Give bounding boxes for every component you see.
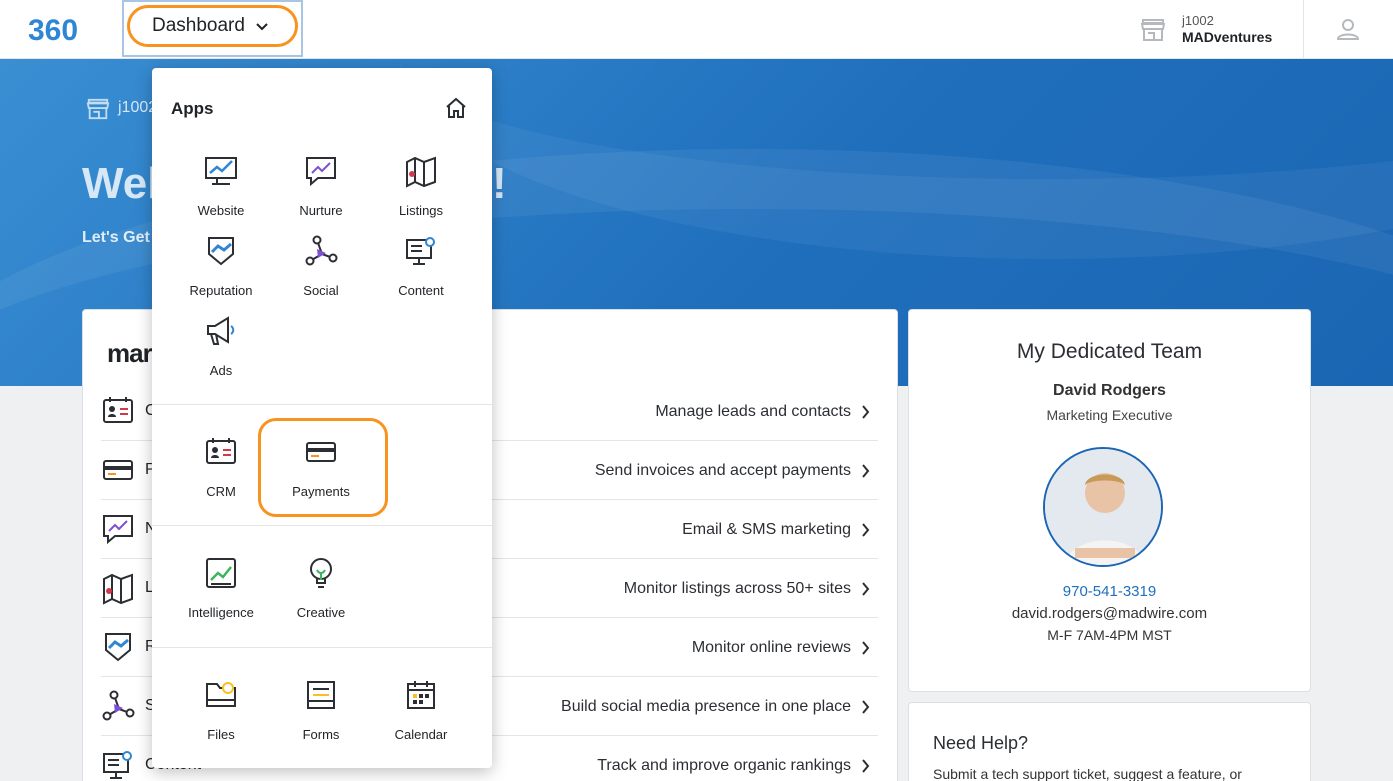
row-description: Manage leads and contacts <box>655 402 851 420</box>
chevron-right-icon <box>862 404 870 419</box>
dashboard-label: Dashboard <box>152 15 245 36</box>
menu-divider <box>152 404 492 405</box>
menu-divider <box>152 525 492 526</box>
chevron-right-icon <box>862 581 870 596</box>
user-profile-icon[interactable] <box>1336 17 1360 41</box>
dedicated-team-card: My Dedicated Team David Rodgers Marketin… <box>908 309 1311 692</box>
chevron-right-icon <box>862 640 870 655</box>
app-tile-listings[interactable]: Listings <box>371 154 471 234</box>
chevron-right-icon <box>862 758 870 773</box>
app-tile-content[interactable]: Content <box>371 234 471 314</box>
dashboard-dropdown-button[interactable]: Dashboard <box>127 5 298 47</box>
app-label: Website <box>197 203 245 218</box>
app-tile-ads[interactable]: Ads <box>171 314 271 394</box>
account-name: MADventures <box>1182 29 1273 45</box>
store-icon <box>1140 19 1166 41</box>
payments-icon <box>103 460 133 480</box>
app-label: CRM <box>206 484 236 499</box>
top-bar: 360 Dashboard j1002 MADventures <box>0 0 1393 59</box>
team-member-role: Marketing Executive <box>1046 407 1173 423</box>
app-label: Intelligence <box>188 605 254 620</box>
account-switcher[interactable]: j1002 MADventures <box>1140 14 1272 46</box>
team-member-email[interactable]: david.rodgers@madwire.com <box>909 605 1310 622</box>
hero-title: Wel <box>82 159 160 208</box>
apps-heading: Apps <box>171 99 214 118</box>
reputation-icon <box>208 237 234 266</box>
app-label: Listings <box>398 203 444 218</box>
app-tile-creative[interactable]: Creative <box>271 556 371 636</box>
header-divider <box>1303 0 1304 58</box>
app-label: Reputation <box>189 283 253 298</box>
app-tile-forms[interactable]: Forms <box>271 678 371 758</box>
team-member-phone-link[interactable]: 970-541-3319 <box>909 583 1310 600</box>
calendar-icon <box>407 681 435 709</box>
help-card: Need Help? Submit a tech support ticket,… <box>908 702 1311 781</box>
app-label: Calendar <box>394 727 448 742</box>
row-description: Email & SMS marketing <box>682 520 851 538</box>
row-description: Track and improve organic rankings <box>597 756 851 774</box>
chevron-right-icon <box>862 463 870 478</box>
creative-lightbulb-icon <box>310 558 332 588</box>
account-id: j1002 <box>1182 13 1214 28</box>
app-label: Content <box>398 283 444 298</box>
chevron-right-icon <box>862 699 870 714</box>
app-label: Files <box>207 727 235 742</box>
payments-icon <box>306 442 336 462</box>
logo-text: 360 <box>28 14 78 46</box>
app-label: Nurture <box>299 203 343 218</box>
app-tile-files[interactable]: Files <box>171 678 271 758</box>
app-tile-reputation[interactable]: Reputation <box>171 234 271 314</box>
logo-360-icon[interactable]: 360 <box>28 12 94 46</box>
app-tile-nurture[interactable]: Nurture <box>271 154 371 234</box>
app-label: Forms <box>302 727 340 742</box>
nurture-icon <box>306 157 336 187</box>
listings-icon <box>103 573 133 605</box>
hero-subtitle: Let's Get <box>82 229 150 246</box>
row-description: Build social media presence in one place <box>561 697 851 715</box>
app-tile-website[interactable]: Website <box>171 154 271 234</box>
ads-megaphone-icon <box>207 316 235 345</box>
team-card-title: My Dedicated Team <box>1016 340 1203 363</box>
app-label: Ads <box>209 363 233 378</box>
app-tile-intelligence[interactable]: Intelligence <box>171 556 271 636</box>
home-icon[interactable] <box>444 97 468 119</box>
crm-icon <box>206 438 236 464</box>
team-member-avatar <box>1043 447 1163 567</box>
intelligence-icon <box>206 558 236 588</box>
row-description: Monitor listings across 50+ sites <box>623 579 851 597</box>
store-icon <box>86 98 110 120</box>
files-folder-icon <box>206 682 236 707</box>
help-card-text: Submit a tech support ticket, suggest a … <box>933 766 1242 781</box>
app-label: Creative <box>296 605 346 620</box>
chevron-down-icon <box>256 22 268 30</box>
forms-icon <box>307 681 335 709</box>
crm-icon <box>103 397 133 423</box>
app-label: Social <box>303 283 339 298</box>
app-tile-crm[interactable]: CRM <box>171 435 271 515</box>
marketing-brand-title: mar <box>107 338 153 368</box>
app-tile-calendar[interactable]: Calendar <box>371 678 471 758</box>
content-icon <box>406 237 435 265</box>
row-description: Monitor online reviews <box>691 638 851 656</box>
website-icon <box>205 157 237 185</box>
team-member-name: David Rodgers <box>1053 382 1166 399</box>
listings-icon <box>406 156 436 188</box>
apps-dropdown-menu: Apps Website Nurture Listings Reputation <box>152 68 492 768</box>
app-label: Payments <box>292 484 350 499</box>
social-icon <box>102 690 135 721</box>
row-description: Send invoices and accept payments <box>594 461 851 479</box>
social-icon <box>305 235 338 266</box>
reputation-icon <box>105 633 131 662</box>
content-icon <box>103 751 132 779</box>
app-tile-social[interactable]: Social <box>271 234 371 314</box>
nurture-icon <box>103 515 133 545</box>
menu-divider <box>152 647 492 648</box>
app-tile-payments[interactable]: Payments <box>271 435 371 515</box>
help-card-title: Need Help? <box>933 733 1029 753</box>
team-member-hours: M-F 7AM-4PM MST <box>1047 627 1172 643</box>
avatar-photo-icon <box>1045 449 1161 565</box>
chevron-right-icon <box>862 522 870 537</box>
hero-title-end: ! <box>492 159 507 208</box>
